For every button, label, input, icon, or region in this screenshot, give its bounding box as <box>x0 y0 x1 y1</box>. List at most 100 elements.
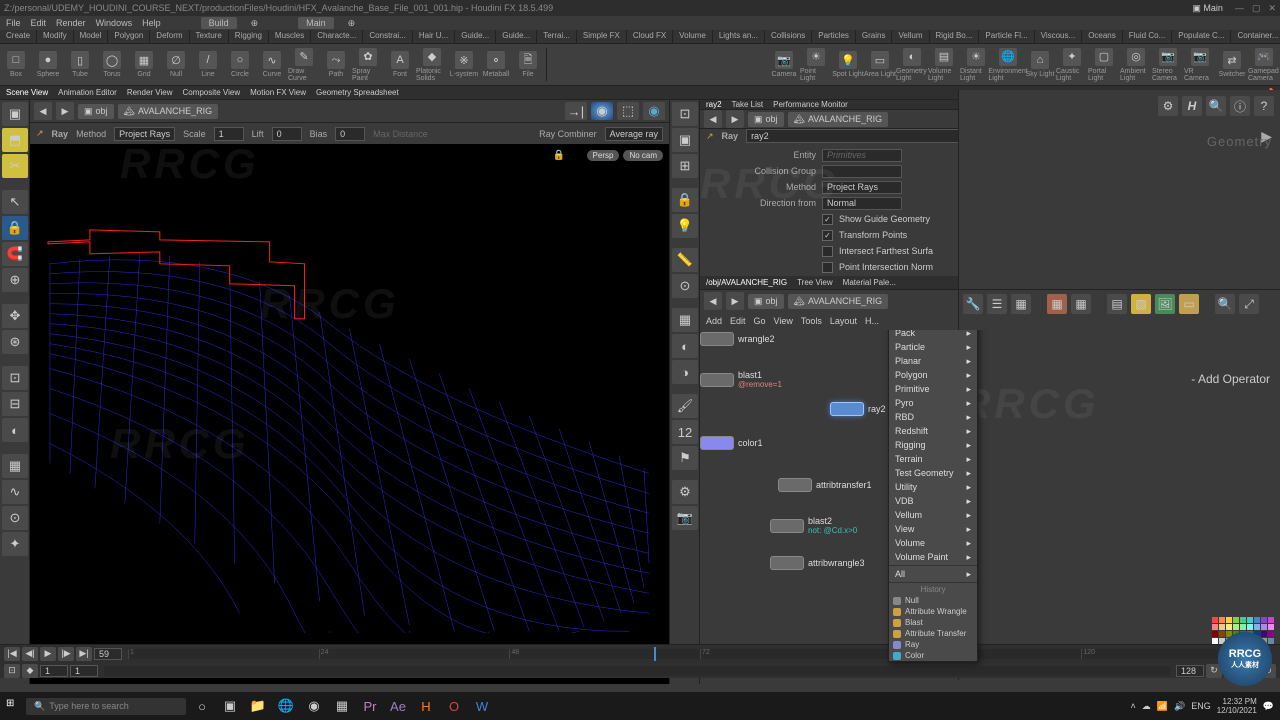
xray-icon[interactable]: ⊟ <box>2 392 28 416</box>
chk-intersect[interactable] <box>822 246 833 257</box>
shelf-tool[interactable]: 🎮Gamepad Camera <box>1248 44 1280 85</box>
ruler-icon[interactable]: 📏 <box>672 248 698 272</box>
magnet-icon[interactable]: 🧲 <box>2 242 28 266</box>
shelf-tool[interactable]: ✎Draw Curve <box>288 44 320 85</box>
start-frame-2[interactable]: 1 <box>70 665 98 677</box>
shelf-tab[interactable]: Fluid Co... <box>1123 30 1172 43</box>
palette-swatch[interactable] <box>1240 624 1246 630</box>
palette-swatch[interactable] <box>1212 631 1218 637</box>
back-icon[interactable]: ◀ <box>34 102 52 120</box>
snap-v-icon[interactable]: ⊙ <box>672 274 698 298</box>
tab-category[interactable]: Planar▸ <box>889 354 977 368</box>
fwd-icon[interactable]: ▶ <box>726 110 744 128</box>
palette-swatch[interactable] <box>1240 617 1246 623</box>
tab-category[interactable]: Pyro▸ <box>889 396 977 410</box>
snap-tool-icon[interactable]: ⊕ <box>2 268 28 292</box>
net-menu[interactable]: Tools <box>801 316 822 326</box>
net-menu[interactable]: View <box>774 316 793 326</box>
shelf-tab[interactable]: Simple FX <box>577 30 627 43</box>
scale-field[interactable]: 1 <box>214 127 244 141</box>
disp-opt-icon[interactable]: ⊡ <box>672 102 698 126</box>
tab-history-item[interactable]: Ray <box>889 639 977 650</box>
image-icon[interactable]: 🖼 <box>1155 294 1175 314</box>
shelf-tool[interactable]: ▢Portal Light <box>1088 44 1120 85</box>
sticky-icon[interactable]: ▧ <box>1131 294 1151 314</box>
radial-main[interactable]: Main <box>298 17 334 29</box>
shelf-tool[interactable]: ✦Caustic Light <box>1056 44 1088 85</box>
light-icon[interactable]: 💡 <box>672 214 698 238</box>
grid3-icon[interactable]: ▦ <box>1071 294 1091 314</box>
gear-icon-2[interactable]: ⚙ <box>1158 96 1178 116</box>
shelf-tab[interactable]: Create <box>0 30 37 43</box>
palette-swatch[interactable] <box>1212 624 1218 630</box>
shelf-tool[interactable]: ∅Null <box>160 44 192 85</box>
method2-field[interactable]: Project Rays <box>822 181 902 194</box>
tab-category[interactable]: Terrain▸ <box>889 452 977 466</box>
end-frame[interactable]: 128 <box>1176 665 1204 677</box>
render-icon[interactable]: ◉ <box>591 102 613 120</box>
shelf-tool[interactable]: □Box <box>0 44 32 85</box>
net-menu[interactable]: Layout <box>830 316 857 326</box>
tab-category[interactable]: Test Geometry▸ <box>889 466 977 480</box>
shelf-tool[interactable]: ☀Point Light <box>800 44 832 85</box>
tab-matpalette[interactable]: Material Pale... <box>843 278 896 287</box>
shelf-tab[interactable]: Populate C... <box>1172 30 1231 43</box>
palette-swatch[interactable] <box>1268 617 1274 623</box>
palette-swatch[interactable] <box>1226 617 1232 623</box>
step-fwd-icon[interactable]: |▶ <box>58 647 74 661</box>
shelf-tool[interactable]: ⚬Metaball <box>480 44 512 85</box>
shelf-tab[interactable]: Model <box>74 30 109 43</box>
palette-swatch[interactable] <box>1226 624 1232 630</box>
cortana-icon[interactable]: ○ <box>190 695 214 717</box>
pane-tab[interactable]: Animation Editor <box>58 88 117 97</box>
cam2-icon[interactable]: 📷 <box>672 506 698 530</box>
ortho-icon[interactable]: ⊞ <box>672 154 698 178</box>
chrome-icon[interactable]: ◉ <box>302 695 326 717</box>
palette-swatch[interactable] <box>1233 624 1239 630</box>
net-menu[interactable]: Edit <box>730 316 746 326</box>
cube-icon[interactable]: ⬚ <box>617 102 639 120</box>
path-rig-2[interactable]: 🏔 AVALANCHE_RIG <box>788 112 889 127</box>
lasso-tool-icon[interactable]: ✂ <box>2 154 28 178</box>
shelf-tool[interactable]: ▤Volume Light <box>928 44 960 85</box>
lock-tool-icon[interactable]: 🔒 <box>2 216 28 240</box>
ghost-icon[interactable]: ◐ <box>2 418 28 442</box>
palette-swatch[interactable] <box>1247 624 1253 630</box>
playhead[interactable] <box>654 647 656 661</box>
shelf-tool[interactable]: ▦Grid <box>128 44 160 85</box>
select-tool-icon[interactable]: ⬒ <box>2 128 28 152</box>
entity-field[interactable]: Primitives <box>822 149 902 162</box>
shelf-tool[interactable]: ◯Torus <box>96 44 128 85</box>
shelf-tab[interactable]: Lights an... <box>713 30 765 43</box>
node-blast1[interactable]: blast1@remove=1 <box>700 370 782 389</box>
box-icon[interactable]: ▭ <box>1179 294 1199 314</box>
snap-curve-icon[interactable]: ∿ <box>2 480 28 504</box>
shelf-tab[interactable]: Muscles <box>269 30 311 43</box>
window-min-icon[interactable]: — <box>1235 3 1244 13</box>
palette-swatch[interactable] <box>1268 624 1274 630</box>
net-menu[interactable]: Go <box>754 316 766 326</box>
menu-help[interactable]: Help <box>142 18 161 28</box>
fwd-icon[interactable]: ▶ <box>726 292 744 310</box>
menu-windows[interactable]: Windows <box>96 18 133 28</box>
shelf-tool[interactable]: 🌐Environment Light <box>992 44 1024 85</box>
note-icon[interactable]: ▤ <box>1107 294 1127 314</box>
taskbar-search[interactable]: 🔍 Type here to search <box>26 698 186 715</box>
palette-swatch[interactable] <box>1219 617 1225 623</box>
net-menu[interactable]: Add <box>706 316 722 326</box>
menu-render[interactable]: Render <box>56 18 86 28</box>
pane-tab[interactable]: Render View <box>127 88 173 97</box>
tab-category[interactable]: VDB▸ <box>889 494 977 508</box>
lock-cam-icon[interactable]: 🔒 <box>672 188 698 212</box>
palette-swatch[interactable] <box>1219 631 1225 637</box>
key-icon[interactable]: ◆ <box>22 664 38 678</box>
tab-category[interactable]: Pack▸ <box>889 330 977 340</box>
tab-category[interactable]: Particle▸ <box>889 340 977 354</box>
range-start-icon[interactable]: ⊡ <box>4 664 20 678</box>
info-icon[interactable]: ⓘ <box>1230 96 1250 116</box>
shelf-tab[interactable]: Modify <box>37 30 74 43</box>
palette-swatch[interactable] <box>1261 617 1267 623</box>
shelf-tool[interactable]: 📷Stereo Camera <box>1152 44 1184 85</box>
shelf-tab[interactable]: Particles <box>812 30 856 43</box>
window-max-icon[interactable]: ▢ <box>1252 3 1261 14</box>
